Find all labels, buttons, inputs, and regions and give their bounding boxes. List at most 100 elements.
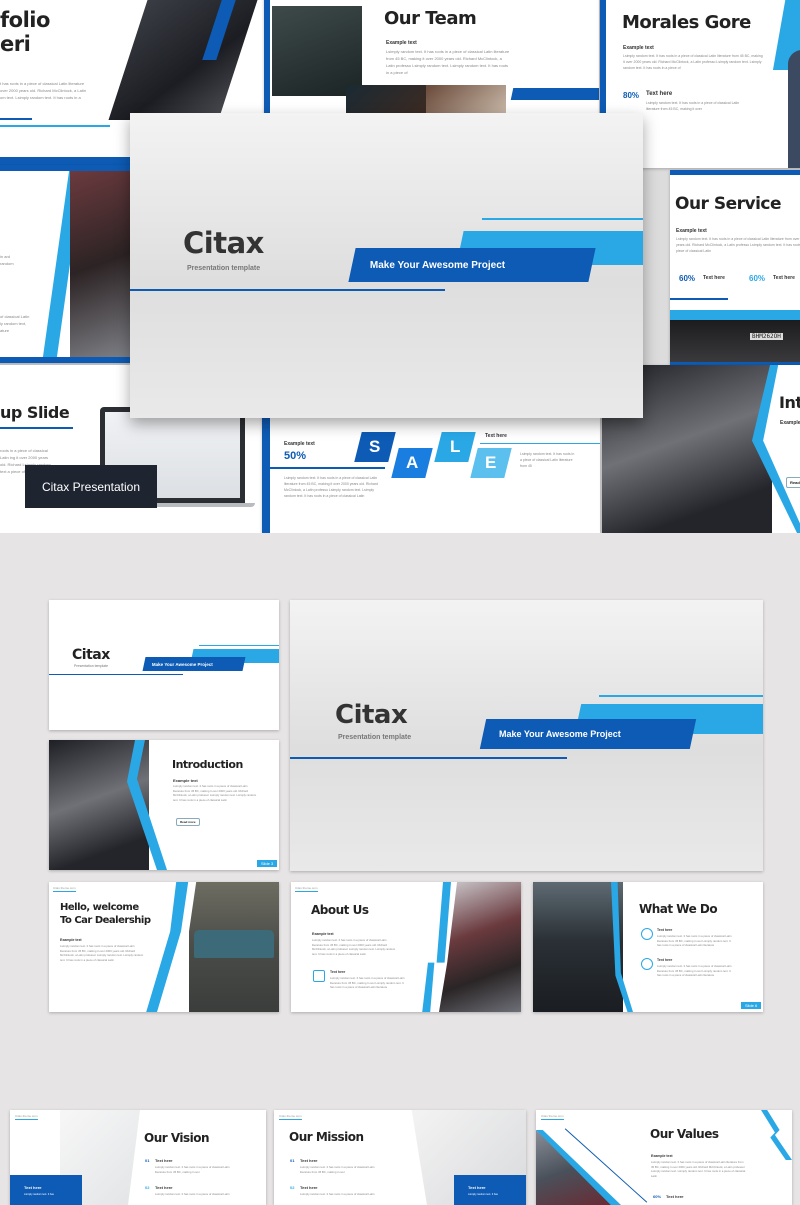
item-title: Text here — [657, 928, 673, 932]
item-body: Lsimply random text. It has roots in a p… — [330, 976, 405, 989]
divider — [670, 298, 728, 300]
car-interior-photo — [533, 882, 623, 1012]
sale-letter-s: S — [354, 432, 396, 462]
stripe — [670, 310, 800, 320]
slide-title: Our Vision — [144, 1131, 210, 1145]
slide-title: Our Mission — [289, 1130, 364, 1144]
read-more-button[interactable]: Read m — [786, 477, 800, 488]
site-url: Citax theme.com — [541, 1114, 564, 1120]
gear-icon — [641, 928, 653, 940]
stat-value: 80% — [623, 91, 640, 100]
item-body: Lsimply random text. It has roots in a p… — [300, 1192, 375, 1196]
sale-label: Example text — [284, 441, 315, 447]
divider — [0, 125, 110, 127]
building-icon — [313, 970, 325, 982]
info-card: Text here Lsimply random text. It has — [454, 1175, 526, 1205]
van-shape — [194, 930, 274, 958]
slide-our-values[interactable]: Citax theme.com Our Values Example text … — [536, 1110, 792, 1205]
divider — [270, 467, 385, 469]
slide-title: What We Do — [639, 902, 718, 916]
item-title: Text here — [155, 1158, 173, 1163]
sale-letter-e: E — [470, 448, 512, 478]
slide-introduction[interactable]: Introduction Example text Lsimply random… — [49, 740, 279, 870]
item-title: Text here — [300, 1185, 318, 1190]
sale-body-left: Lsimply random text. It has roots in a p… — [284, 476, 378, 498]
divider — [482, 218, 643, 220]
item-number: 01 — [290, 1158, 295, 1163]
stat-label: Text here — [646, 91, 673, 97]
slide-title: Morales Gore — [622, 12, 751, 33]
info-card: Text here Lsimply random text. It has — [10, 1175, 82, 1205]
slide-subtitle: Example text — [623, 45, 654, 51]
card-title: Text here — [24, 1185, 42, 1190]
slide-welcome[interactable]: Citax theme.com Hello, welcome To Car De… — [49, 882, 279, 1012]
slide-title: Our Team — [384, 8, 477, 29]
slide-our-service[interactable]: Our Service Example text Lsimply random … — [670, 170, 800, 368]
slide-subtitle: Example text — [651, 1154, 673, 1158]
divider — [0, 118, 32, 120]
slide-subtitle: Example text — [386, 40, 417, 46]
cover-title: Citax — [335, 700, 408, 730]
read-more-button[interactable]: Read more — [176, 818, 200, 826]
slide-body: Lsimply random text. It has roots in a p… — [623, 54, 763, 70]
cover-banner: Make Your Awesome Project — [142, 657, 246, 671]
bottom-bar — [0, 357, 130, 363]
cover-subtitle: Presentation template — [187, 265, 261, 272]
slide-number-badge: Slide 3 — [257, 860, 278, 867]
top-bar — [670, 170, 800, 175]
person-photo — [788, 50, 800, 168]
slide-hero-cover[interactable]: Citax Presentation template Make Your Aw… — [130, 113, 643, 418]
slide-our-mission[interactable]: Citax theme.com Our Mission 01 Text here… — [274, 1110, 526, 1205]
slide-about-us[interactable]: Citax theme.com About Us Example text Ls… — [291, 882, 521, 1012]
slide-title: up Slide — [0, 403, 70, 422]
slide-body: Lsimply random text. It has roots in a p… — [60, 944, 144, 962]
slide-title: Introduction — [172, 758, 243, 771]
stat-body: Lsimply random text. It has roots in a p… — [646, 101, 740, 111]
site-url: Citax theme.com — [15, 1114, 38, 1120]
slide-sale[interactable]: Example text 50% Lsimply random text. It… — [262, 415, 600, 533]
sale-percent: 50% — [284, 450, 307, 462]
car-photo — [70, 171, 130, 357]
slide-title: Int — [779, 393, 800, 412]
slide-body: of classical Latin ly random text, ature — [0, 314, 30, 333]
cover-subtitle: Presentation template — [74, 664, 109, 668]
slide-what-we-do[interactable]: What We Do Text here Lsimply random text… — [533, 882, 763, 1012]
van-photo — [189, 882, 279, 1012]
divider — [599, 695, 763, 697]
item-body: Lsimply random text. It has roots in a p… — [155, 1165, 230, 1174]
team-photo-2 — [346, 85, 426, 115]
card-body: Lsimply random text. It has — [24, 1193, 54, 1196]
divider — [480, 443, 600, 444]
caption-box: Citax Presentation — [25, 465, 157, 508]
slide-title: About Us — [311, 903, 369, 917]
item-body: Lsimply random text. It has roots in a p… — [657, 934, 732, 947]
slide-our-team[interactable]: Our Team Example text Lsimply random tex… — [264, 0, 599, 115]
divider — [199, 645, 279, 646]
left-bar — [264, 0, 270, 115]
sale-letter-a: A — [391, 448, 433, 478]
team-member-photo — [272, 6, 362, 96]
stat-label: Text here — [666, 1194, 684, 1199]
cover-title: Citax — [183, 226, 264, 260]
item-title: Text here — [330, 970, 346, 974]
divider — [0, 427, 73, 429]
slide-car-left[interactable]: in ard random of classical Latin ly rand… — [0, 165, 130, 363]
left-bar — [262, 415, 270, 533]
stat-value: 60% — [749, 274, 766, 283]
card-title: Text here — [468, 1185, 486, 1190]
card-body: Lsimply random text. It has — [468, 1193, 498, 1196]
slide-subtitle: Example text — [173, 778, 198, 783]
slide-our-vision[interactable]: Citax theme.com Text here Lsimply random… — [10, 1110, 266, 1205]
slide-title: To Car Dealership — [60, 915, 151, 926]
item-number: 01 — [145, 1158, 150, 1163]
license-plate: BHM262OH — [750, 333, 783, 340]
slide-cover-small[interactable]: Citax Presentation template Make Your Aw… — [49, 600, 279, 730]
slide-cover-large[interactable]: Citax Presentation template Make Your Aw… — [290, 600, 763, 871]
slide-title: Hello, welcome — [60, 902, 139, 913]
cover-banner: Make Your Awesome Project — [479, 719, 697, 749]
slide-title: Our Values — [650, 1127, 719, 1141]
slide-body: Lsimply random text. It has roots in a p… — [386, 49, 510, 75]
handshake-icon — [641, 958, 653, 970]
stat-value: 60% — [679, 274, 696, 283]
item-title: Text here — [300, 1158, 318, 1163]
